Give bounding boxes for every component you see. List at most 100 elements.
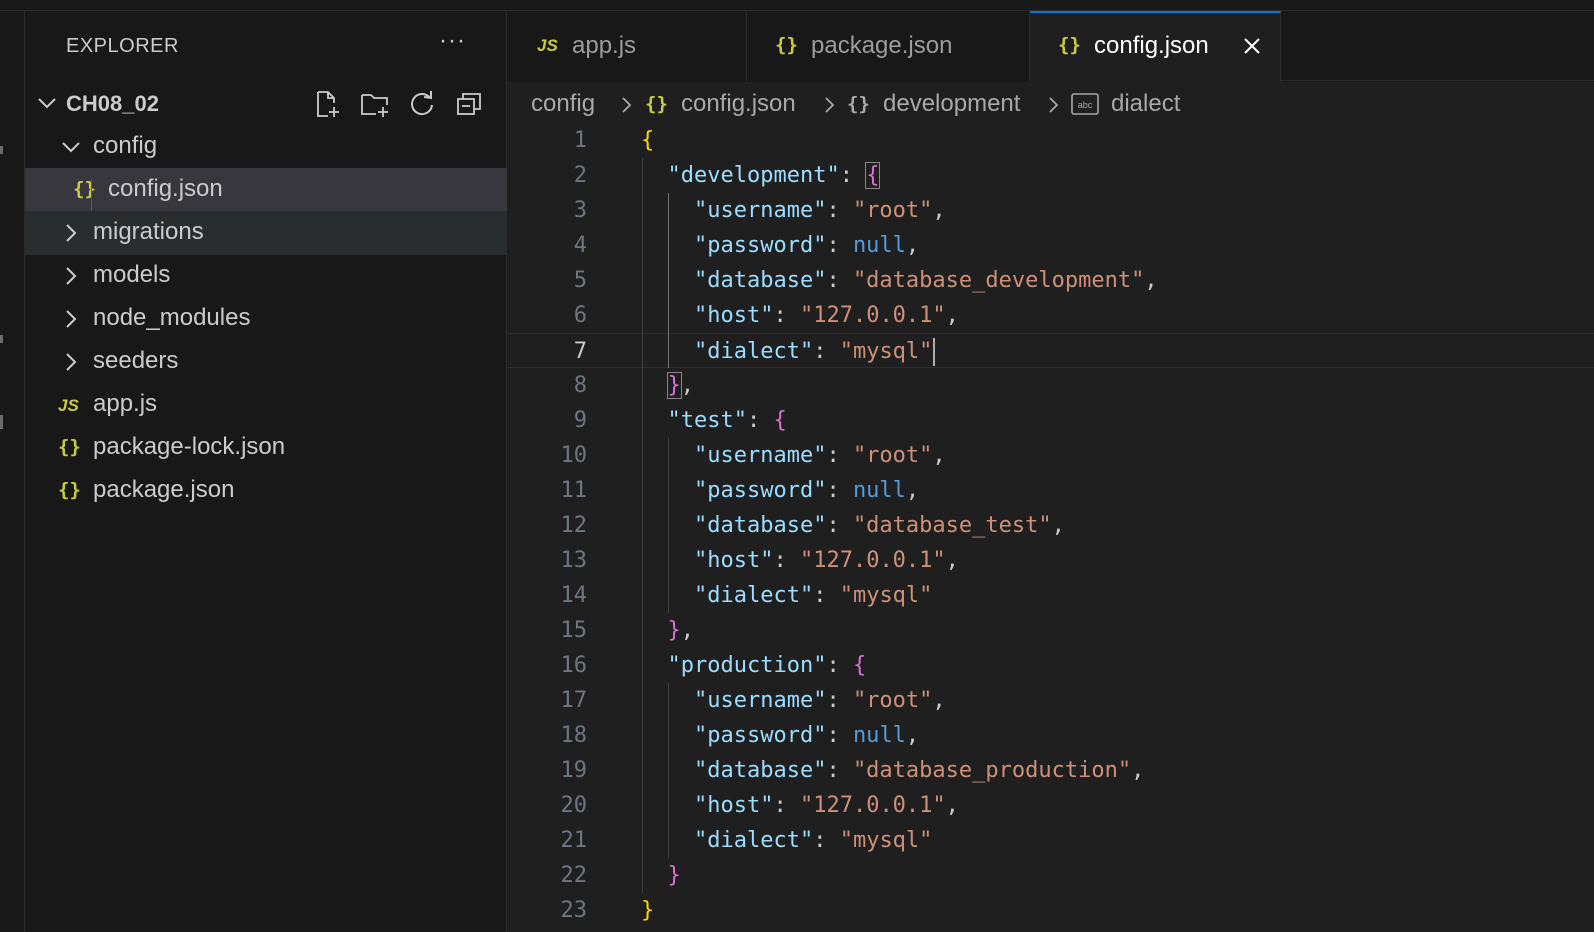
- code-line[interactable]: 21 "dialect": "mysql": [507, 823, 1594, 858]
- line-number: 14: [560, 583, 588, 608]
- code-line[interactable]: 2 "development": {: [507, 158, 1594, 193]
- code-line[interactable]: 18 "password": null,: [507, 718, 1594, 753]
- code-text: "host": "127.0.0.1",: [693, 303, 959, 328]
- collapse-all-icon[interactable]: [452, 87, 486, 121]
- line-number: 15: [560, 618, 588, 643]
- code-line[interactable]: 14 "dialect": "mysql": [507, 578, 1594, 613]
- line-number: 2: [573, 163, 587, 188]
- refresh-icon[interactable]: [405, 87, 439, 121]
- breadcrumb-item[interactable]: development: [883, 90, 1020, 118]
- code-text: }: [667, 863, 681, 888]
- chevron-right-icon: [825, 97, 835, 113]
- code-line[interactable]: 3 "username": "root",: [507, 193, 1594, 228]
- line-number: 23: [560, 898, 588, 923]
- line-number: 17: [560, 688, 588, 713]
- code-text: "test": {: [667, 408, 787, 433]
- tree-folder-config[interactable]: config: [25, 125, 507, 169]
- code-line[interactable]: 8 },: [507, 368, 1594, 403]
- close-icon[interactable]: [1241, 35, 1263, 57]
- line-number: 7: [573, 339, 587, 364]
- tree-item-label: app.js: [93, 390, 158, 417]
- svg-text:abc: abc: [1078, 100, 1093, 110]
- tab-config-json[interactable]: {} config.json: [1030, 11, 1281, 82]
- code-line[interactable]: 17 "username": "root",: [507, 683, 1594, 718]
- code-text: "password": null,: [693, 478, 920, 503]
- code-text: {: [641, 128, 655, 153]
- editor-tab-bar: JS app.js {} package.json {} config.json: [507, 11, 1594, 82]
- code-line[interactable]: 10 "username": "root",: [507, 438, 1594, 473]
- tree-file-package-lock-json[interactable]: {} package-lock.json: [25, 426, 507, 470]
- code-text: "username": "root",: [693, 688, 946, 713]
- tree-item-label: config.json: [108, 175, 223, 202]
- code-line[interactable]: 22 }: [507, 858, 1594, 893]
- js-file-icon: JS: [537, 36, 558, 55]
- code-text: "password": null,: [693, 723, 920, 748]
- window-top-bar: [0, 0, 1594, 11]
- code-line[interactable]: 23}: [507, 893, 1594, 928]
- code-text: "host": "127.0.0.1",: [693, 793, 959, 818]
- code-line[interactable]: 12 "database": "database_test",: [507, 508, 1594, 543]
- tab-label: config.json: [1094, 32, 1209, 59]
- tree-folder-migrations[interactable]: migrations: [25, 211, 507, 255]
- tree-item-label: config: [93, 132, 158, 159]
- code-line[interactable]: 15 },: [507, 613, 1594, 648]
- line-number: 8: [573, 373, 587, 398]
- code-line[interactable]: 19 "database": "database_production",: [507, 753, 1594, 788]
- line-number: 11: [560, 478, 588, 503]
- activity-indicator: [0, 146, 3, 154]
- code-line[interactable]: 13 "host": "127.0.0.1",: [507, 543, 1594, 578]
- line-number: 9: [573, 408, 587, 433]
- string-icon: abc: [1071, 93, 1099, 115]
- code-text: "production": {: [667, 653, 867, 678]
- explorer-title: EXPLORER: [66, 35, 179, 57]
- line-number: 22: [560, 863, 588, 888]
- tree-folder-seeders[interactable]: seeders: [25, 340, 507, 384]
- new-file-icon[interactable]: [310, 87, 344, 121]
- breadcrumb-item[interactable]: config.json: [681, 90, 796, 118]
- tree-item-label: migrations: [93, 218, 204, 245]
- json-file-icon: {}: [1058, 34, 1081, 56]
- line-number: 3: [573, 198, 587, 223]
- activity-indicator: [0, 335, 3, 343]
- breadcrumb-item[interactable]: dialect: [1111, 90, 1180, 118]
- tree-item-label: package.json: [93, 476, 235, 503]
- code-line[interactable]: 1{: [507, 126, 1594, 158]
- code-line[interactable]: 16 "production": {: [507, 648, 1594, 683]
- line-number: 5: [573, 268, 587, 293]
- breadcrumb-item[interactable]: config: [531, 90, 595, 118]
- indent-guide: [641, 158, 643, 893]
- chevron-right-icon: [622, 97, 632, 113]
- tree-folder-models[interactable]: models: [25, 254, 507, 298]
- new-folder-icon[interactable]: [358, 87, 392, 121]
- more-actions-icon[interactable]: ···: [439, 27, 466, 55]
- tree-file-package-json[interactable]: {} package.json: [25, 469, 507, 513]
- tree-item-label: package-lock.json: [93, 433, 286, 460]
- code-text: "dialect": "mysql": [693, 828, 933, 853]
- code-text: "dialect": "mysql": [641, 334, 936, 369]
- code-line[interactable]: 5 "database": "database_development",: [507, 263, 1594, 298]
- chevron-down-icon: [62, 142, 80, 153]
- tree-file-app-js[interactable]: JS app.js: [25, 383, 507, 427]
- code-line[interactable]: 9 "test": {: [507, 403, 1594, 438]
- json-file-icon: {}: [58, 436, 81, 458]
- code-text: "username": "root",: [693, 198, 946, 223]
- line-number: 1: [573, 128, 587, 153]
- indent-guide: [668, 193, 669, 368]
- tree-file-config-json[interactable]: {} config.json: [25, 168, 507, 212]
- tree-folder-node-modules[interactable]: node_modules: [25, 297, 507, 341]
- code-text: "database": "database_production",: [693, 758, 1145, 783]
- code-editor[interactable]: 1{2 "development": {3 "username": "root"…: [507, 126, 1594, 932]
- project-header[interactable]: CH08_02: [25, 84, 507, 124]
- code-line[interactable]: 20 "host": "127.0.0.1",: [507, 788, 1594, 823]
- tab-package-json[interactable]: {} package.json: [747, 11, 1030, 81]
- explorer-sidebar: EXPLORER ··· CH08_02 config {} config.js…: [25, 11, 507, 932]
- line-number: 10: [560, 443, 588, 468]
- js-file-icon: JS: [58, 396, 79, 415]
- code-line[interactable]: 7 "dialect": "mysql": [507, 333, 1594, 368]
- code-line[interactable]: 4 "password": null,: [507, 228, 1594, 263]
- tab-app-js[interactable]: JS app.js: [507, 11, 747, 81]
- tree-item-label: models: [93, 261, 171, 288]
- code-line[interactable]: 11 "password": null,: [507, 473, 1594, 508]
- object-icon: {}: [847, 93, 870, 115]
- code-line[interactable]: 6 "host": "127.0.0.1",: [507, 298, 1594, 333]
